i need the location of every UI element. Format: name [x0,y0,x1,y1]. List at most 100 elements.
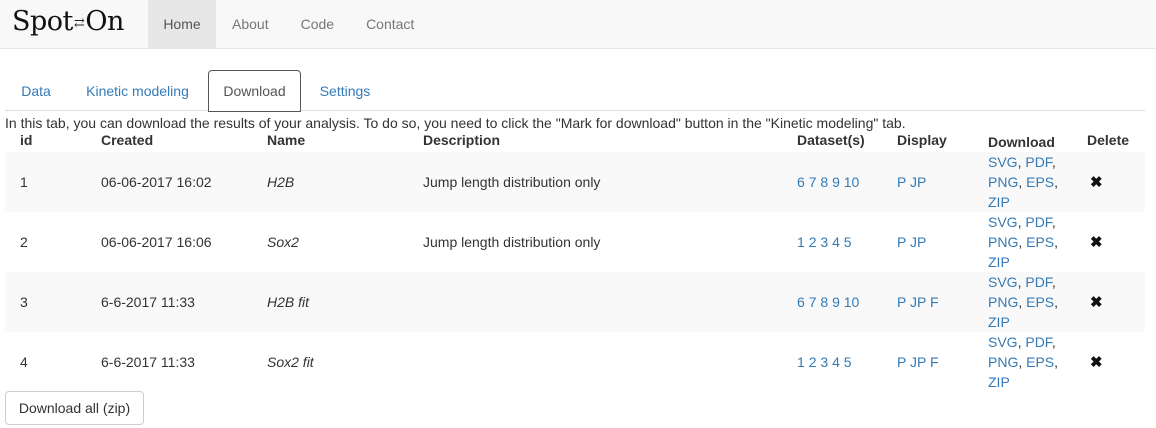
delete-icon[interactable]: ✖ [1090,353,1103,371]
dataset-link[interactable]: 4 [832,234,840,250]
dataset-link[interactable]: 1 [797,234,805,250]
cell-id: 2 [20,234,28,250]
table-body: 1 06-06-2017 16:02 H2B Jump length distribu… [5,152,1145,392]
download-svg-link[interactable]: SVG [988,154,1018,170]
delete-icon[interactable]: ✖ [1090,293,1103,311]
download-zip-link[interactable]: ZIP [988,254,1010,270]
cell-delete: ✖ [1087,212,1145,272]
header-created: Created [101,132,154,148]
header-id: id [20,132,33,148]
cell-created: 6-6-2017 11:33 [101,272,267,332]
header-download: Download [988,134,1055,150]
nav-contact[interactable]: Contact [350,0,430,48]
delete-icon[interactable]: ✖ [1090,173,1103,191]
display-link[interactable]: P [897,294,906,310]
spot-on-logo[interactable]: Spot⇄On [12,6,124,42]
download-png-link[interactable]: PNG [988,354,1018,370]
download-pdf-link[interactable]: PDF [1025,334,1051,350]
nav-home[interactable]: Home [148,0,216,48]
header-datasets: Dataset(s) [797,132,865,148]
delete-icon[interactable]: ✖ [1090,233,1103,251]
dataset-link[interactable]: 2 [809,354,817,370]
dataset-link[interactable]: 4 [832,354,840,370]
dataset-link[interactable]: 7 [809,294,817,310]
download-pdf-link[interactable]: PDF [1025,274,1051,290]
display-link[interactable]: JP [910,354,926,370]
cell-display: P JP F [897,272,988,332]
tab-kinetic-modeling[interactable]: Kinetic modeling [67,70,208,111]
brand-t: t [62,6,74,37]
cell-description: Jump length distribution only [423,234,601,250]
cell-created: 06-06-2017 16:02 [101,152,267,212]
download-png-link[interactable]: PNG [988,174,1018,190]
brand-arrows-icon: ⇄ [73,16,85,31]
dataset-link[interactable]: 5 [844,354,852,370]
dataset-link[interactable]: 6 [797,294,805,310]
cell-datasets: 1 2 3 4 5 [797,332,897,392]
display-link[interactable]: P [897,354,906,370]
cell-download: SVG, PDF, PNG, EPS, ZIP [988,152,1087,212]
nav-code[interactable]: Code [285,0,350,48]
download-eps-link[interactable]: EPS [1026,294,1054,310]
header-name: Name [267,132,306,148]
dataset-link[interactable]: 5 [844,234,852,250]
cell-description: Jump length distribution only [423,152,797,212]
cell-datasets: 1 2 3 4 5 [797,212,897,272]
display-link[interactable]: P [897,174,906,190]
cell-datasets: 6 7 8 9 10 [797,152,897,212]
cell-id: 1 [5,152,101,212]
display-link[interactable]: P [897,234,906,250]
download-svg-link[interactable]: SVG [988,334,1018,350]
cell-created: 06-06-2017 16:06 [101,234,212,250]
cell-id: 3 [5,272,101,332]
download-pdf-link[interactable]: PDF [1025,154,1051,170]
download-svg-link[interactable]: SVG [988,274,1018,290]
display-link[interactable]: JP [910,234,926,250]
brand-o: o [46,6,63,37]
download-png-link[interactable]: PNG [988,234,1018,250]
dataset-link[interactable]: 8 [820,174,828,190]
download-png-link[interactable]: PNG [988,294,1018,310]
dataset-link[interactable]: 9 [832,294,840,310]
dataset-link[interactable]: 10 [844,174,860,190]
display-link[interactable]: F [930,294,939,310]
display-link[interactable]: JP [910,294,926,310]
table-row: 1 06-06-2017 16:02 H2B Jump length distribu… [5,152,1145,212]
dataset-link[interactable]: 8 [820,294,828,310]
dataset-link[interactable]: 1 [797,354,805,370]
cell-delete: ✖ [1087,332,1145,392]
download-zip-link[interactable]: ZIP [988,374,1010,390]
nav-about[interactable]: About [216,0,285,48]
download-pdf-link[interactable]: PDF [1025,214,1051,230]
dataset-link[interactable]: 9 [832,174,840,190]
cell-name: Sox2 [267,234,299,250]
dataset-link[interactable]: 7 [809,174,817,190]
display-link[interactable]: F [930,354,939,370]
cell-display: P JP F [897,332,988,392]
download-eps-link[interactable]: EPS [1026,174,1054,190]
download-eps-link[interactable]: EPS [1026,234,1054,250]
cell-display: P JP [897,212,988,272]
tab-download[interactable]: Download [208,70,301,112]
cell-created: 6-6-2017 11:33 [101,354,195,370]
download-zip-link[interactable]: ZIP [988,194,1010,210]
dataset-link[interactable]: 10 [844,294,860,310]
display-link[interactable]: JP [910,174,926,190]
download-all-button[interactable]: Download all (zip) [5,391,144,425]
cell-download: SVG, PDF, PNG, EPS, ZIP [988,214,1059,270]
download-eps-link[interactable]: EPS [1026,354,1054,370]
tab-settings[interactable]: Settings [301,70,389,111]
download-svg-link[interactable]: SVG [988,214,1018,230]
cell-download: SVG, PDF, PNG, EPS, ZIP [988,272,1087,332]
download-zip-link[interactable]: ZIP [988,314,1010,330]
tab-data[interactable]: Data [5,70,67,111]
table-row: 2 06-06-2017 16:06 Sox2 Jump length distrib… [5,212,1145,272]
cell-name: H2B fit [267,272,423,332]
top-nav: Home About Code Contact [148,0,430,48]
dataset-link[interactable]: 6 [797,174,805,190]
table-header-row: id Created Name Description Dataset(s) D… [5,132,1145,152]
cell-download: SVG, PDF, PNG, EPS, ZIP [988,334,1059,390]
dataset-link[interactable]: 3 [820,234,828,250]
dataset-link[interactable]: 2 [809,234,817,250]
dataset-link[interactable]: 3 [820,354,828,370]
